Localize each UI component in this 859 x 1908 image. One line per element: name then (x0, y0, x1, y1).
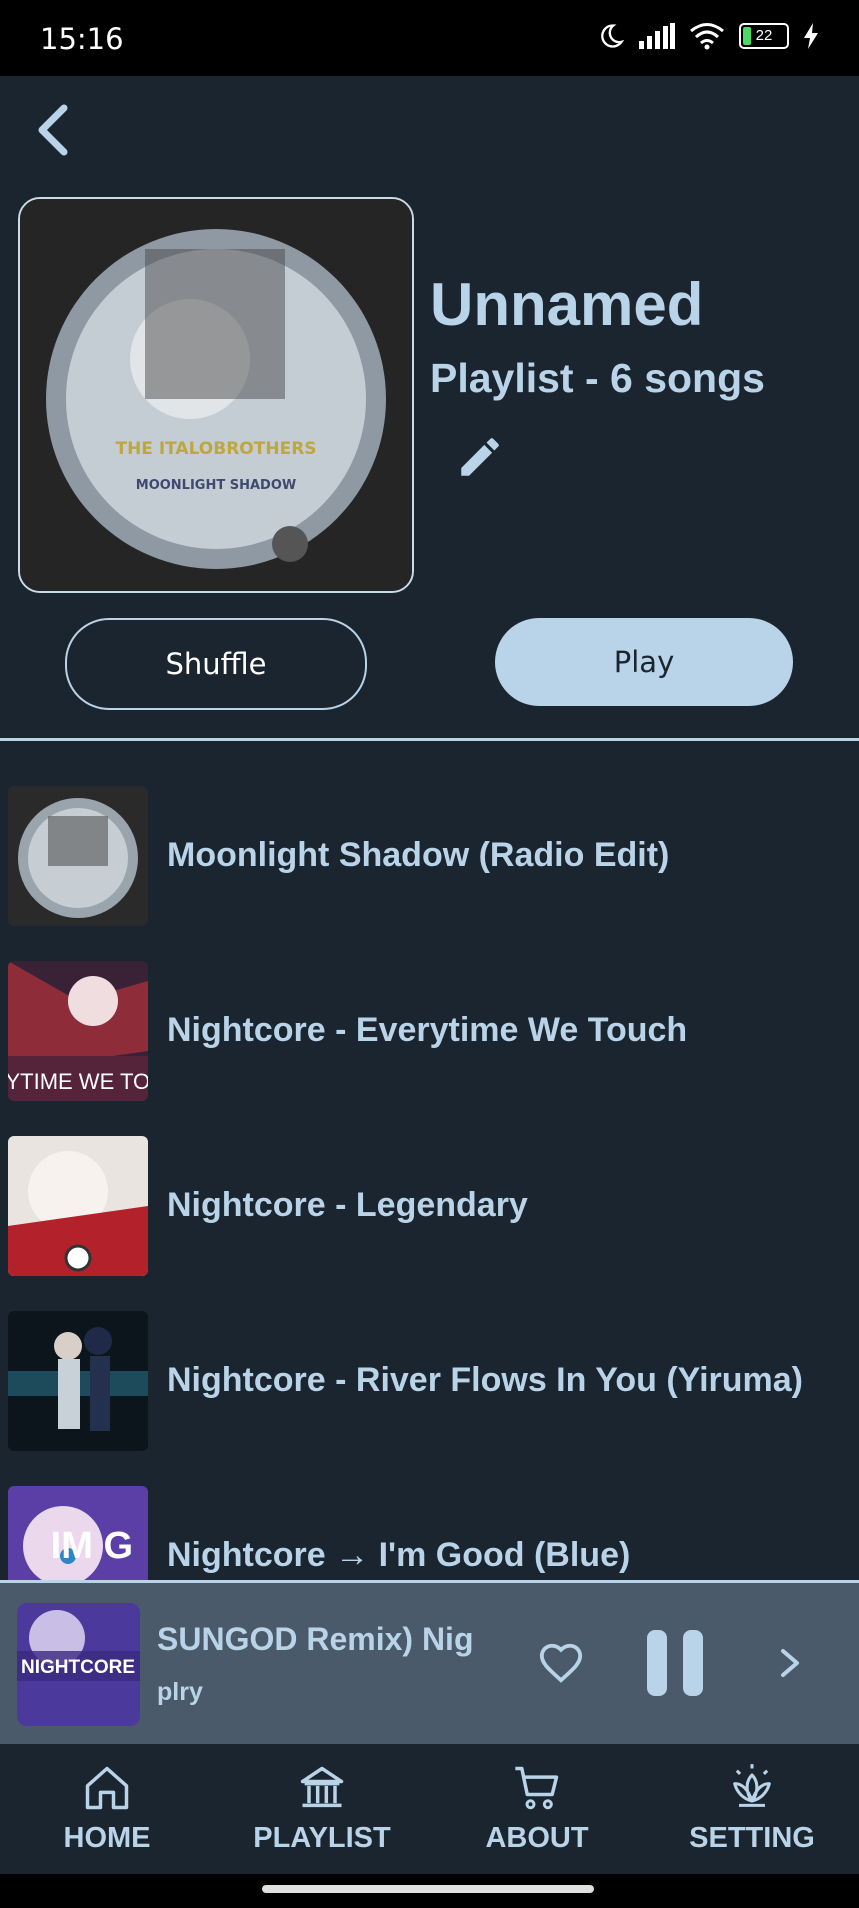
song-thumbnail (8, 1136, 148, 1276)
nav-item-home[interactable]: HOME (12, 1744, 202, 1874)
heart-icon[interactable] (537, 1640, 585, 1686)
song-title: Nightcore → I'm Good (Blue) (167, 1536, 631, 1574)
cover-band-text: THE ITALOBROTHERS (115, 439, 316, 459)
list-item[interactable]: Moonlight Shadow (Radio Edit) (0, 786, 859, 926)
charging-icon (804, 23, 818, 49)
nav-item-playlist[interactable]: PLAYLIST (227, 1744, 417, 1874)
nav-item-about[interactable]: ABOUT (442, 1744, 632, 1874)
nav-label-playlist: PLAYLIST (253, 1822, 391, 1854)
home-gesture-bar[interactable] (262, 1885, 594, 1893)
pause-icon[interactable] (645, 1630, 705, 1696)
wifi-icon (690, 23, 724, 50)
playlist-cover-art: THE ITALOBROTHERS MOONLIGHT SHADOW (18, 197, 414, 593)
song-thumbnail: RYTIME WE TOU (8, 961, 148, 1101)
divider (0, 738, 859, 741)
library-icon (300, 1766, 344, 1808)
status-time: 15:16 (40, 22, 124, 56)
battery-indicator: 22 (739, 23, 789, 49)
status-icons: 22 (597, 22, 819, 50)
nav-label-home: HOME (63, 1822, 151, 1854)
moon-icon (601, 24, 625, 48)
signal-icon (639, 23, 675, 49)
thumb-text: IM G (51, 1525, 133, 1567)
song-title: Nightcore - River Flows In You (Yiruma) (167, 1361, 804, 1399)
song-thumbnail (8, 1311, 148, 1451)
play-button[interactable]: Play (495, 618, 793, 706)
cart-icon (515, 1766, 559, 1810)
battery-level: 22 (755, 27, 773, 44)
song-title: Nightcore - Legendary (167, 1186, 528, 1224)
thumb-text: RYTIME WE TOU (8, 1069, 148, 1094)
list-item[interactable]: RYTIME WE TOU Nightcore - Everytime We T… (0, 961, 859, 1101)
now-playing-title: SUNGOD Remix) Nig (157, 1621, 474, 1657)
pencil-icon[interactable] (455, 432, 505, 482)
art-label: NIGHTCORE (21, 1657, 135, 1678)
now-playing-artist: plry (157, 1678, 203, 1706)
song-title: Moonlight Shadow (Radio Edit) (167, 836, 670, 874)
now-playing-bar[interactable]: NIGHTCORE SUNGOD Remix) Nig plry (0, 1580, 859, 1744)
song-title: Nightcore - Everytime We Touch (167, 1011, 688, 1049)
bottom-navigation: HOME PLAYLIST ABOUT SETTING (0, 1744, 859, 1874)
shuffle-button[interactable]: Shuffle (65, 618, 367, 710)
back-chevron-icon[interactable] (30, 100, 78, 160)
nav-label-setting: SETTING (689, 1822, 815, 1854)
playlist-subtitle: Playlist - 6 songs (430, 355, 765, 401)
home-icon (85, 1766, 129, 1810)
lotus-icon (733, 1764, 771, 1807)
nav-label-about: ABOUT (485, 1822, 589, 1854)
list-item[interactable]: Nightcore - River Flows In You (Yiruma) (0, 1311, 859, 1451)
nav-item-setting[interactable]: SETTING (657, 1744, 847, 1874)
chevron-right-icon[interactable] (775, 1643, 805, 1683)
playlist-title: Unnamed (430, 271, 704, 338)
list-item[interactable]: Nightcore - Legendary (0, 1136, 859, 1276)
song-thumbnail (8, 786, 148, 926)
now-playing-art: NIGHTCORE (17, 1603, 140, 1726)
cover-album-text: MOONLIGHT SHADOW (136, 478, 296, 493)
status-bar: 15:16 22 (0, 0, 859, 76)
